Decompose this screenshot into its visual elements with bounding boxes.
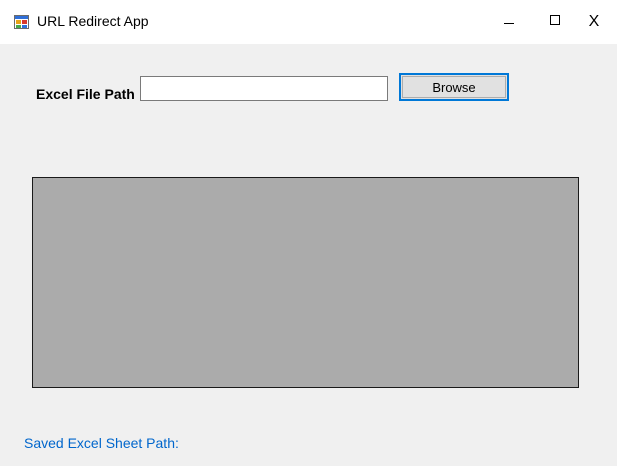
maximize-icon bbox=[549, 13, 561, 31]
close-button[interactable]: X bbox=[571, 0, 617, 44]
minimize-button[interactable] bbox=[486, 0, 532, 44]
app-icon bbox=[14, 15, 29, 29]
data-grid-view[interactable] bbox=[32, 177, 579, 388]
excel-file-path-label: Excel File Path bbox=[36, 86, 135, 102]
app-window: URL Redirect App X Excel File Path Brows… bbox=[0, 0, 617, 466]
browse-button-label: Browse bbox=[432, 79, 476, 95]
saved-excel-sheet-path-label: Saved Excel Sheet Path: bbox=[24, 435, 179, 451]
title-bar[interactable]: URL Redirect App X bbox=[0, 0, 617, 44]
excel-file-path-input[interactable] bbox=[140, 76, 388, 101]
window-title: URL Redirect App bbox=[37, 13, 149, 29]
minimize-icon bbox=[503, 13, 515, 31]
close-icon: X bbox=[588, 13, 600, 30]
browse-button[interactable]: Browse bbox=[399, 73, 509, 101]
